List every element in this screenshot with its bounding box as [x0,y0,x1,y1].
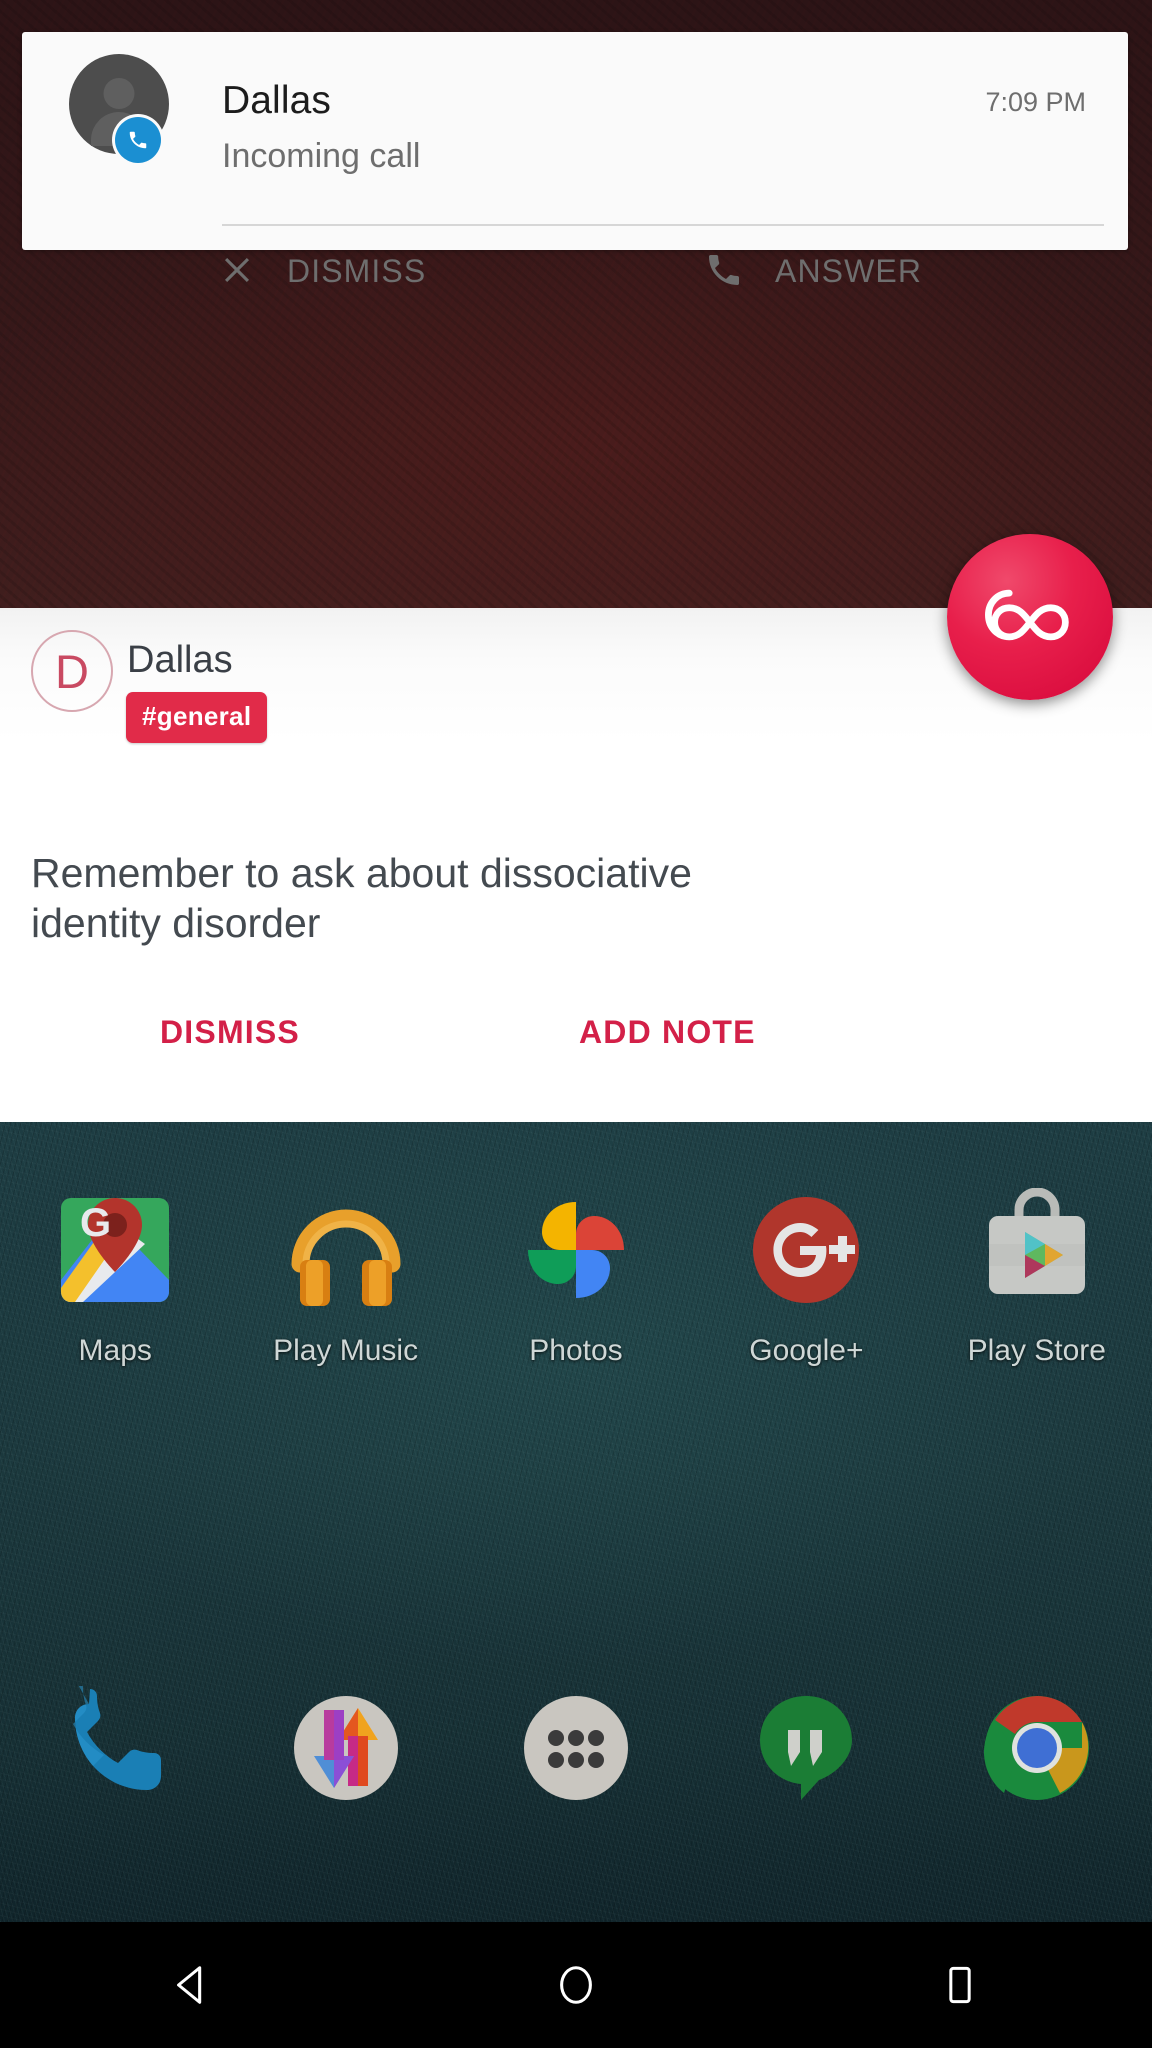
note-action-row: DISMISS ADD NOTE [0,1008,1152,1088]
call-status-text: Incoming call [222,137,421,175]
google-plus-icon [744,1188,868,1312]
phone-handset-icon [704,250,744,293]
google-maps-icon: G [53,1188,177,1312]
app-label: Photos [529,1334,623,1367]
note-author-name: Dallas [127,639,233,681]
chrome-icon[interactable] [975,1686,1099,1810]
dismiss-call-button[interactable]: DISMISS [218,228,426,314]
app-grid: G Maps Play Music Photos Google+ Play St… [0,1168,1152,1608]
app-label: Play Music [273,1334,419,1367]
arrows-transfer-icon[interactable] [284,1686,408,1810]
call-header: Dallas Incoming call 7:09 PM [22,32,1128,226]
app-photos[interactable]: Photos [461,1168,691,1608]
avatar: D [31,630,113,712]
app-google-plus[interactable]: Google+ [691,1168,921,1608]
floating-infinity-button[interactable] [947,534,1113,700]
notification-divider [222,224,1104,226]
play-music-icon [284,1188,408,1312]
phone-badge-icon [115,117,161,163]
caller-name: Dallas [222,79,331,122]
answer-call-label: ANSWER [775,252,923,289]
answer-call-button[interactable]: ANSWER [704,228,922,314]
note-notification[interactable]: D Dallas #general Remember to ask about … [0,608,1152,1122]
recents-square-icon[interactable] [900,1935,1020,2035]
call-action-row: DISMISS ANSWER [22,228,1128,314]
close-x-icon [218,251,256,292]
dismiss-note-button[interactable]: DISMISS [150,1008,310,1057]
dismiss-call-label: DISMISS [287,252,427,289]
app-drawer-icon[interactable] [514,1686,638,1810]
app-label: Play Store [967,1334,1106,1367]
incoming-call-notification[interactable]: Dallas Incoming call 7:09 PM DISMISS ANS… [22,32,1128,289]
app-play-store[interactable]: Play Store [922,1168,1152,1608]
android-screen: Dallas Incoming call 7:09 PM DISMISS ANS… [0,0,1152,2048]
play-store-icon [975,1187,1099,1312]
infinity-icon [978,582,1082,653]
home-circle-icon[interactable] [516,1935,636,2035]
add-note-button[interactable]: ADD NOTE [569,1008,766,1057]
dock [0,1648,1152,1848]
app-maps[interactable]: G Maps [0,1168,230,1608]
avatar-head [103,78,135,109]
channel-tag-badge: #general [126,692,268,743]
app-play-music[interactable]: Play Music [230,1168,460,1608]
note-message-text: Remember to ask about dissociative ident… [31,850,692,947]
google-photos-icon [514,1188,638,1312]
phone-dialer-icon[interactable] [53,1681,177,1810]
back-triangle-icon[interactable] [132,1935,252,2035]
svg-text:G: G [80,1201,111,1245]
app-label: Maps [78,1334,152,1367]
navigation-bar [0,1922,1152,2048]
hangouts-icon[interactable] [744,1686,868,1810]
app-label: Google+ [749,1334,864,1367]
notification-timestamp: 7:09 PM [985,87,1086,117]
